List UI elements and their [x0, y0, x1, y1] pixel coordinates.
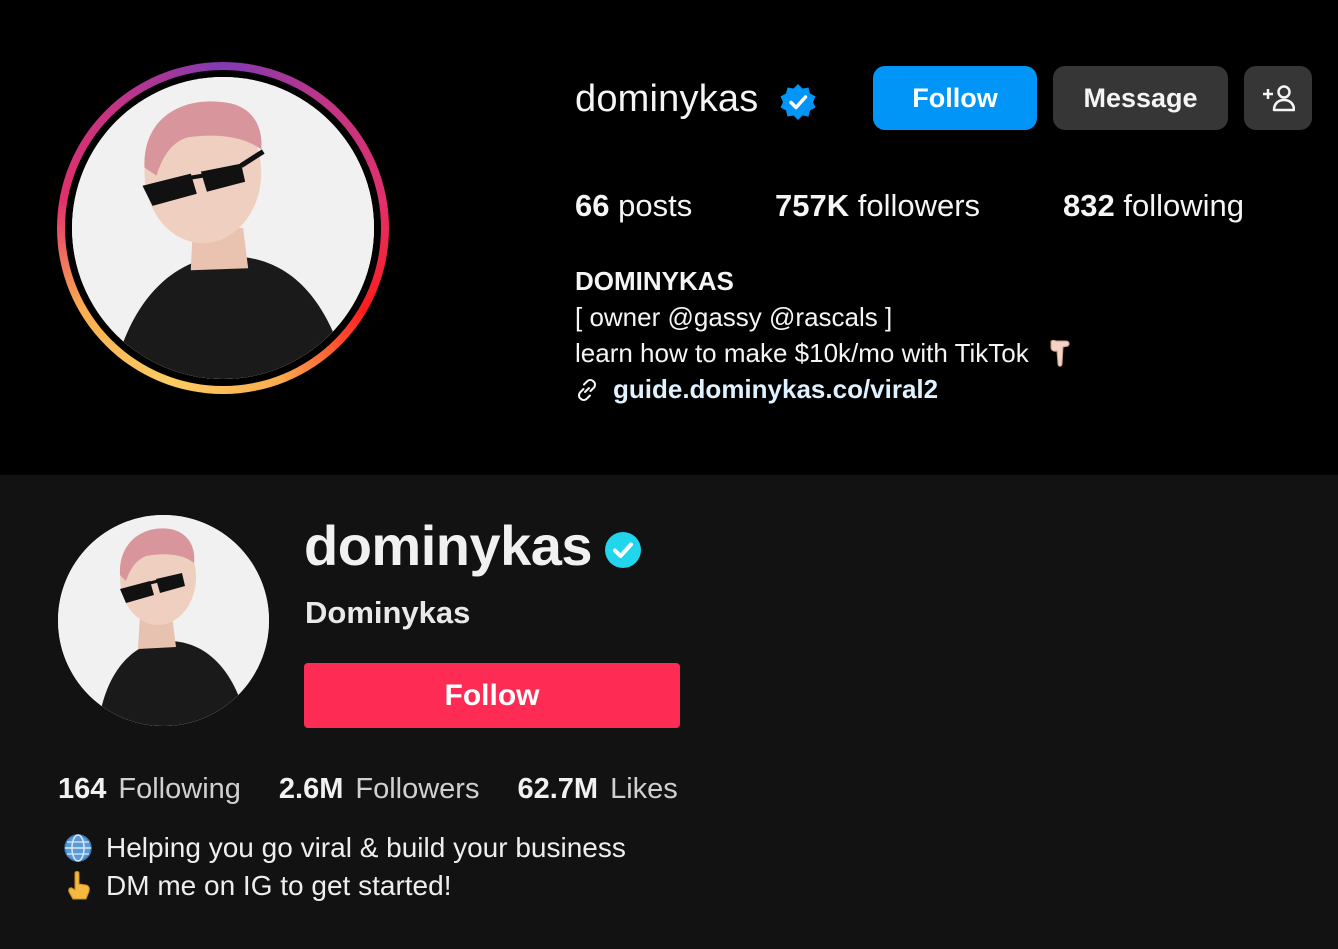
- avatar[interactable]: [58, 515, 269, 726]
- posts-stat: 66 posts: [575, 188, 692, 224]
- follow-button[interactable]: Follow: [873, 66, 1037, 130]
- followers-label: Followers: [355, 773, 480, 805]
- add-person-icon: [1263, 85, 1295, 112]
- profile-stats: 164 Following 2.6M Followers 62.7M Likes: [58, 773, 678, 806]
- bio-full-name: DOMINYKAS: [575, 266, 734, 296]
- following-label: following: [1123, 188, 1244, 223]
- story-ring[interactable]: [57, 62, 389, 394]
- likes-stat: 62.7M Likes: [517, 773, 677, 806]
- following-count: 832: [1063, 188, 1115, 223]
- likes-label: Likes: [610, 773, 678, 805]
- instagram-profile-header: dominykas Follow Message 66 posts 757K f…: [0, 0, 1338, 475]
- bio-line-text: learn how to make $10k/mo with TikTok: [575, 338, 1029, 368]
- followers-count: 2.6M: [278, 773, 344, 805]
- bio-link-text: guide.dominykas.co/viral2: [613, 374, 939, 404]
- bio-line: DM me on IG to get started!: [62, 870, 451, 902]
- likes-count: 62.7M: [517, 773, 599, 805]
- suggested-accounts-button[interactable]: [1244, 66, 1312, 130]
- bio-line: learn how to make $10k/mo with TikTok: [575, 338, 1074, 369]
- following-count: 164: [58, 773, 107, 805]
- followers-label: followers: [857, 188, 981, 223]
- bio-line: [ owner @gassy @rascals ]: [575, 302, 893, 332]
- verified-badge-icon: [780, 84, 816, 120]
- pointing-up-hand-emoji: [68, 871, 90, 900]
- profile-username: dominykas: [304, 514, 593, 577]
- following-stat[interactable]: 832 following: [1063, 188, 1244, 224]
- bio-line-text: DM me on IG to get started!: [106, 870, 452, 901]
- bio-link[interactable]: guide.dominykas.co/viral2: [575, 374, 938, 405]
- globe-icon: [64, 834, 92, 862]
- following-label: Following: [118, 773, 241, 805]
- pointing-down-hand-emoji: [1050, 339, 1070, 367]
- bio-line: Helping you go viral & build your busine…: [62, 832, 626, 864]
- message-button[interactable]: Message: [1053, 66, 1228, 130]
- avatar: [72, 77, 374, 379]
- verified-badge-icon: [605, 532, 641, 568]
- following-stat[interactable]: 164 Following: [58, 773, 241, 806]
- profile-nickname: Dominykas: [305, 595, 471, 630]
- link-icon: [578, 378, 596, 401]
- follow-button[interactable]: Follow: [304, 663, 680, 728]
- posts-count: 66: [575, 188, 610, 223]
- posts-label: posts: [618, 188, 693, 223]
- bio-line-text: Helping you go viral & build your busine…: [106, 832, 626, 863]
- followers-stat[interactable]: 2.6M Followers: [279, 773, 480, 806]
- profile-username: dominykas: [575, 78, 759, 120]
- followers-stat[interactable]: 757K followers: [775, 188, 980, 224]
- tiktok-profile-header: dominykas Dominykas Follow 164 Following …: [0, 475, 1338, 949]
- followers-count: 757K: [775, 188, 850, 223]
